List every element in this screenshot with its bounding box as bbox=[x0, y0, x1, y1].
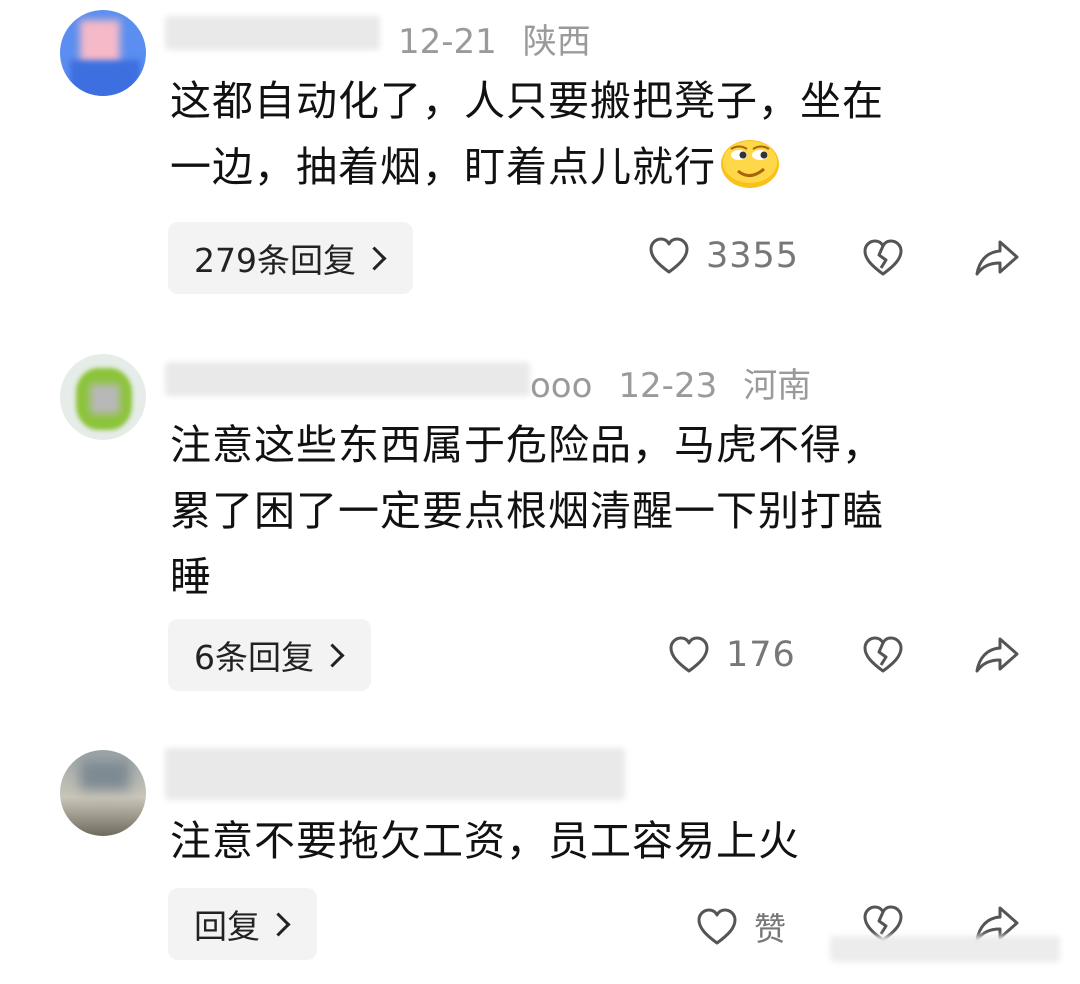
comment-location: 陕西 bbox=[522, 22, 591, 62]
view-replies-button[interactable]: 279条回复 bbox=[168, 222, 413, 294]
share-button[interactable] bbox=[974, 238, 1020, 278]
username-tail: ooo bbox=[530, 366, 593, 406]
comment-text-line: 这都自动化了，人只要搬把凳子，坐在 bbox=[170, 77, 884, 125]
comment-location: 河南 bbox=[743, 366, 812, 406]
broken-heart-icon bbox=[862, 635, 904, 675]
view-replies-button[interactable]: 6条回复 bbox=[168, 619, 371, 691]
username-redacted[interactable] bbox=[165, 748, 625, 800]
dislike-button[interactable] bbox=[862, 238, 904, 278]
share-button[interactable] bbox=[974, 635, 1020, 675]
watermark-redacted bbox=[830, 936, 1060, 962]
comment-text-line: 睡 bbox=[170, 553, 212, 601]
chevron-right-icon bbox=[266, 911, 291, 937]
comment-text[interactable]: 注意不要拖欠工资，员工容易上火 bbox=[170, 808, 1000, 874]
comment-item: 注意不要拖欠工资，员工容易上火 回复 赞 bbox=[0, 740, 1080, 984]
username-redacted[interactable] bbox=[165, 16, 380, 50]
heart-outline-icon bbox=[648, 236, 690, 276]
comment-text-line: 注意不要拖欠工资，员工容易上火 bbox=[170, 817, 800, 865]
comment-text-line-with-emoji: 一边，抽着烟，盯着点儿就行 bbox=[170, 134, 1000, 200]
comment-text[interactable]: 注意这些东西属于危险品，马虎不得， 累了困了一定要点根烟清醒一下别打瞌 睡 bbox=[170, 412, 1000, 610]
comment-text-line: 累了困了一定要点根烟清醒一下别打瞌 bbox=[170, 487, 884, 535]
like-button[interactable]: 赞 bbox=[696, 904, 787, 950]
comment-text-line: 注意这些东西属于危险品，马虎不得， bbox=[170, 421, 884, 469]
chevron-right-icon bbox=[320, 642, 345, 668]
like-label: 赞 bbox=[754, 910, 788, 948]
comment-meta: 12-21 陕西 bbox=[398, 14, 617, 63]
like-count: 176 bbox=[726, 635, 796, 675]
heart-outline-icon bbox=[696, 907, 738, 947]
reply-label: 回复 bbox=[194, 907, 260, 946]
reply-count-label: 279条回复 bbox=[194, 241, 356, 280]
reply-button[interactable]: 回复 bbox=[168, 888, 317, 960]
comment-date: 12-23 bbox=[618, 366, 718, 406]
share-arrow-icon bbox=[974, 635, 1020, 675]
chevron-right-icon bbox=[362, 245, 387, 271]
comment-item: 12-21 陕西 这都自动化了，人只要搬把凳子，坐在 一边，抽着烟，盯着点儿就行 … bbox=[0, 0, 1080, 310]
comment-item: ooo 12-23 河南 注意这些东西属于危险品，马虎不得， 累了困了一定要点根烟清… bbox=[0, 340, 1080, 710]
heart-outline-icon bbox=[668, 635, 710, 675]
comment-text[interactable]: 这都自动化了，人只要搬把凳子，坐在 一边，抽着烟，盯着点儿就行 bbox=[170, 68, 1000, 200]
sly-smile-emoji-icon bbox=[720, 137, 780, 189]
like-button[interactable]: 176 bbox=[668, 635, 796, 675]
like-button[interactable]: 3355 bbox=[648, 236, 799, 276]
avatar[interactable] bbox=[60, 10, 146, 96]
username-redacted[interactable] bbox=[165, 362, 530, 396]
like-count: 3355 bbox=[706, 236, 800, 276]
comment-date: 12-21 bbox=[398, 22, 497, 62]
avatar[interactable] bbox=[60, 354, 146, 440]
broken-heart-icon bbox=[862, 238, 904, 278]
avatar[interactable] bbox=[60, 750, 146, 836]
comment-meta: ooo 12-23 河南 bbox=[530, 358, 837, 407]
share-arrow-icon bbox=[974, 238, 1020, 278]
reply-count-label: 6条回复 bbox=[194, 638, 314, 677]
dislike-button[interactable] bbox=[862, 635, 904, 675]
